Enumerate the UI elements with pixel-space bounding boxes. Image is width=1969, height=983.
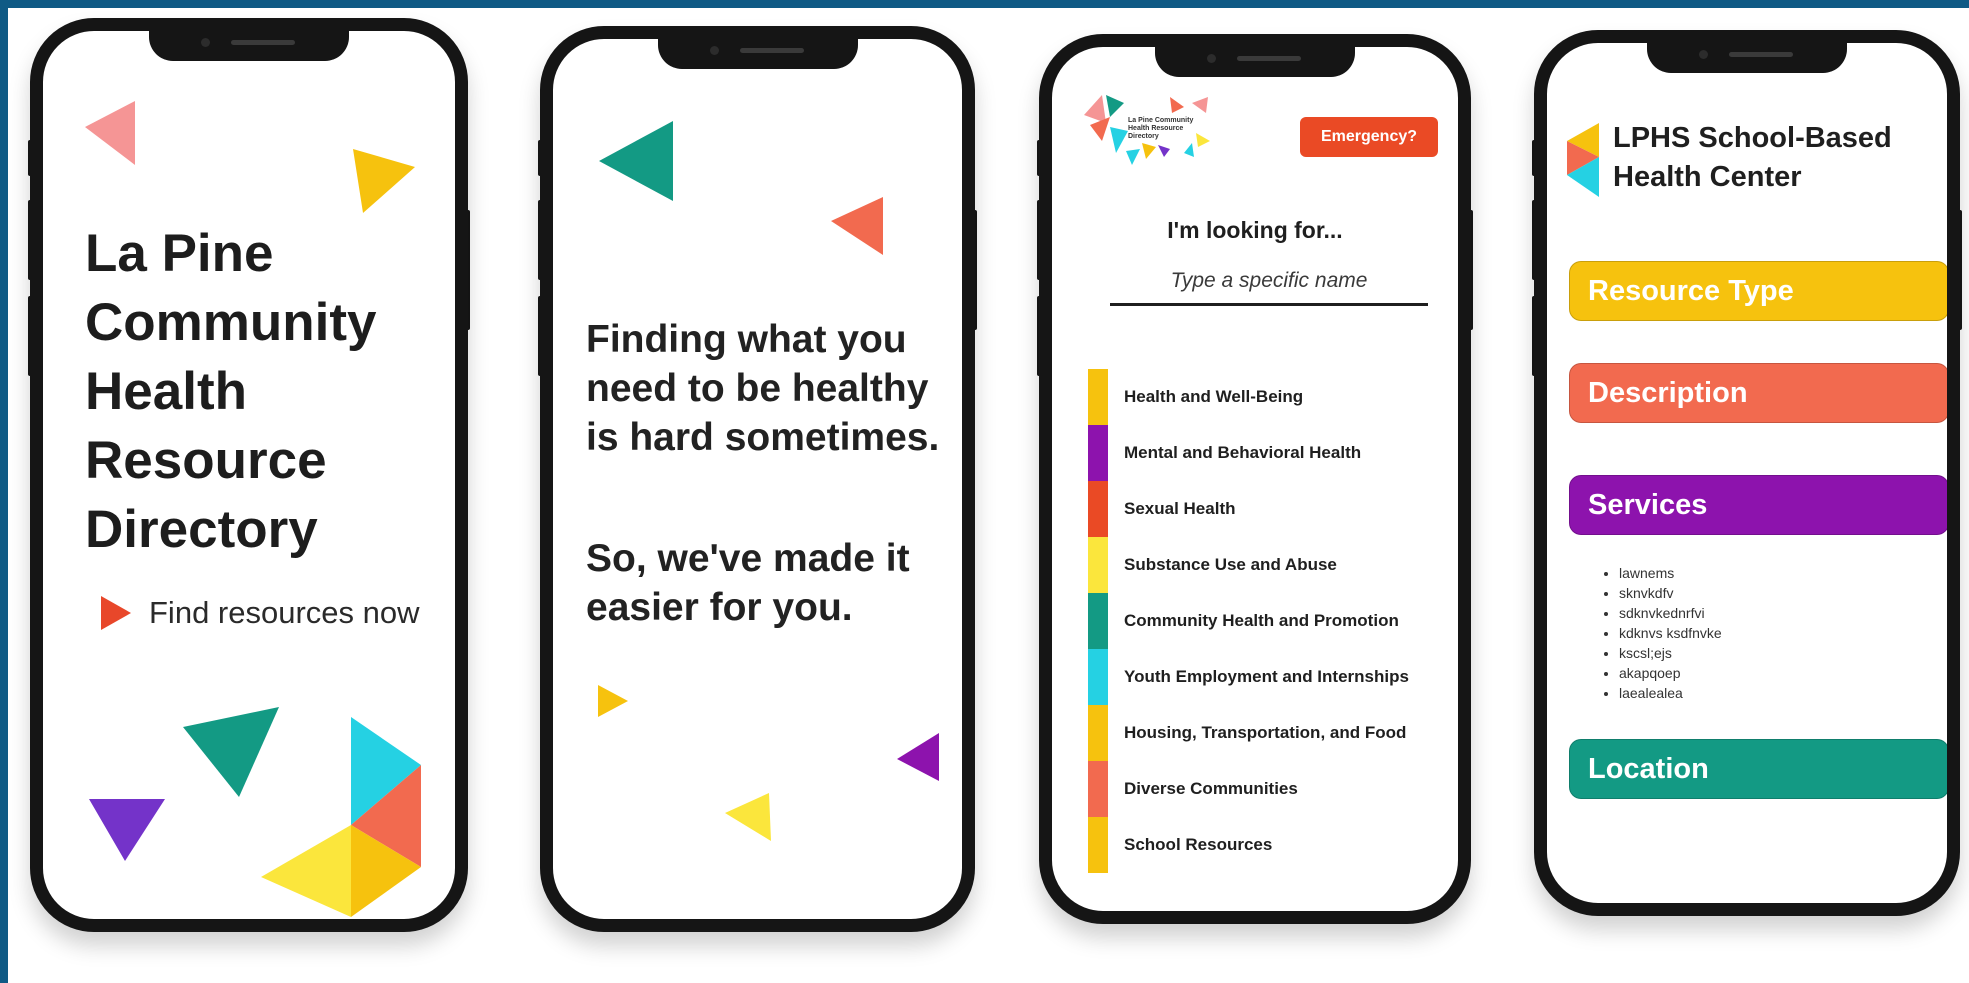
frame-border-left (0, 0, 8, 983)
directory-logo: La Pine Community Health Resource Direct… (1084, 95, 1224, 181)
service-item: laealealea (1619, 683, 1722, 703)
frame-border-top (0, 0, 1969, 8)
play-arrow-icon (101, 596, 131, 630)
category-color-bar (1088, 369, 1108, 873)
service-item: kdknvs ksdfnvke (1619, 623, 1722, 643)
phone-welcome-screen: La Pine Community Health Resource Direct… (30, 18, 468, 932)
triangle-decoration (831, 197, 883, 255)
search-label: I'm looking for... (1167, 217, 1343, 243)
search-input[interactable] (1110, 259, 1428, 306)
category-color-segment (1088, 761, 1108, 817)
category-color-segment (1088, 425, 1108, 481)
service-item: kscsl;ejs (1619, 643, 1722, 663)
phone-directory-screen: La Pine Community Health Resource Direct… (1039, 34, 1471, 924)
phone-intro-screen: Finding what you need to be healthy is h… (540, 26, 975, 932)
triangle-decoration (598, 685, 628, 717)
phone-notch (149, 31, 349, 61)
description-section[interactable]: Description (1569, 363, 1947, 423)
services-list: lawnemssknvkdfvsdknvkednrfvikdknvs ksdfn… (1605, 563, 1722, 703)
category-color-segment (1088, 481, 1108, 537)
location-section[interactable]: Location (1569, 739, 1947, 799)
resource-type-section[interactable]: Resource Type (1569, 261, 1947, 321)
intro-text-line-1: Finding what you need to be healthy is h… (586, 318, 940, 459)
triangle-decoration (599, 121, 673, 201)
category-item[interactable]: Youth Employment and Internships (1124, 649, 1409, 705)
service-item: sknvkdfv (1619, 583, 1722, 603)
phone-notch (657, 39, 858, 69)
resource-logo-triangles (1567, 123, 1599, 197)
category-color-segment (1088, 593, 1108, 649)
triangle-decoration (353, 149, 415, 213)
phone-resource-detail-screen: LPHS School-Based Health Center Resource… (1534, 30, 1960, 916)
emergency-button[interactable]: Emergency? (1300, 117, 1438, 157)
resource-title: LPHS School-Based Health Center (1613, 122, 1892, 193)
app-title: La Pine Community Health Resource Direct… (85, 224, 377, 559)
category-item[interactable]: Diverse Communities (1124, 761, 1409, 817)
triangle-decoration (725, 793, 771, 841)
triangle-decoration (89, 799, 165, 861)
category-item[interactable]: Housing, Transportation, and Food (1124, 705, 1409, 761)
triangle-decoration (897, 733, 939, 781)
service-item: lawnems (1619, 563, 1722, 583)
triangle-cluster-graphic (261, 717, 421, 917)
category-color-segment (1088, 817, 1108, 873)
category-item[interactable]: Community Health and Promotion (1124, 593, 1409, 649)
triangle-decoration (85, 101, 135, 165)
service-item: akapqoep (1619, 663, 1722, 683)
service-item: sdknvkednrfvi (1619, 603, 1722, 623)
category-item[interactable]: Mental and Behavioral Health (1124, 425, 1409, 481)
find-resources-link[interactable]: Find resources now (101, 595, 420, 631)
category-item[interactable]: Health and Well-Being (1124, 369, 1409, 425)
services-section[interactable]: Services (1569, 475, 1947, 535)
category-item[interactable]: Substance Use and Abuse (1124, 537, 1409, 593)
category-color-segment (1088, 537, 1108, 593)
intro-text-line-2: So, we've made it easier for you. (586, 537, 910, 629)
find-resources-label: Find resources now (149, 595, 420, 630)
logo-text: La Pine Community Health Resource Direct… (1128, 117, 1194, 140)
category-color-segment (1088, 649, 1108, 705)
phone-notch (1155, 47, 1355, 77)
category-item[interactable]: School Resources (1124, 817, 1409, 873)
category-list: Health and Well-Being Mental and Behavior… (1124, 369, 1409, 873)
category-color-segment (1088, 369, 1108, 425)
phone-notch (1647, 43, 1847, 73)
category-color-segment (1088, 705, 1108, 761)
category-item[interactable]: Sexual Health (1124, 481, 1409, 537)
